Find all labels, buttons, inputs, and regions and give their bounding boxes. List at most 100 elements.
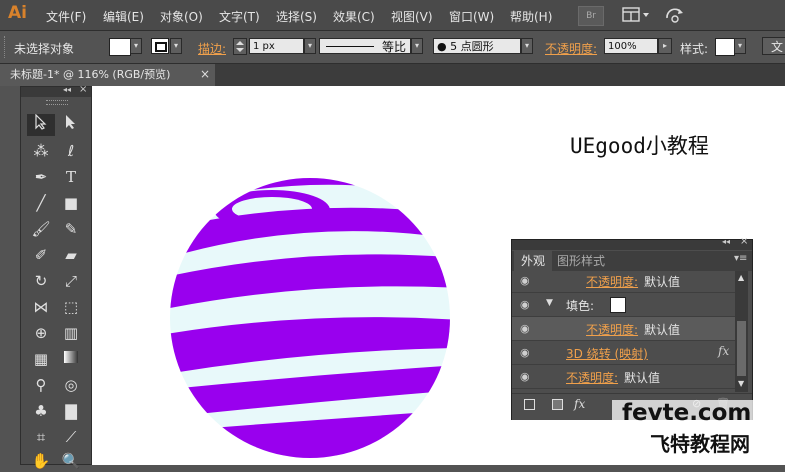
scroll-down-icon[interactable]: ▼ bbox=[738, 379, 744, 388]
lasso-tool[interactable]: ℓ bbox=[57, 140, 85, 162]
rotate-tool[interactable]: ↻ bbox=[27, 270, 55, 292]
eraser-tool[interactable]: ▰ bbox=[57, 244, 85, 266]
visibility-eye-icon[interactable]: ◉ bbox=[520, 346, 534, 359]
column-graph-tool[interactable]: ▇ bbox=[57, 400, 85, 422]
stroke-width-input[interactable]: 1 px bbox=[249, 38, 304, 54]
fill-dropdown[interactable]: ▾ bbox=[130, 38, 142, 54]
paintbrush-tool[interactable]: 🖌 bbox=[27, 218, 55, 240]
line-tool[interactable]: ╱ bbox=[27, 192, 55, 214]
gradient-tool[interactable] bbox=[57, 348, 85, 370]
hand-tool[interactable]: ✋ bbox=[27, 450, 55, 472]
sync-button[interactable] bbox=[664, 6, 686, 24]
brush-definition[interactable]: ● 5 点圆形 bbox=[433, 38, 521, 54]
document-setup-button[interactable]: 文 bbox=[762, 37, 785, 55]
collapse-panel-icon[interactable]: ◂◂ bbox=[63, 85, 71, 94]
bridge-button[interactable]: Br bbox=[578, 6, 604, 26]
visibility-eye-icon[interactable]: ◉ bbox=[520, 322, 534, 335]
fx-icon[interactable]: fx bbox=[718, 344, 729, 358]
menu-effect[interactable]: 效果(C) bbox=[333, 8, 375, 25]
close-tab-icon[interactable]: × bbox=[200, 67, 210, 81]
graphic-style-dropdown[interactable]: ▾ bbox=[734, 38, 746, 54]
menu-edit[interactable]: 编辑(E) bbox=[103, 8, 144, 25]
pen-tool[interactable]: ✒ bbox=[27, 166, 55, 188]
fill-swatch[interactable] bbox=[109, 38, 131, 56]
pencil-tool[interactable]: ✎ bbox=[57, 218, 85, 240]
menu-object[interactable]: 对象(O) bbox=[160, 8, 203, 25]
appearance-row-3d-revolve[interactable]: ◉ 3D 绕转 (映射) fx bbox=[512, 341, 738, 365]
scale-tool[interactable]: ⤢ bbox=[57, 270, 85, 292]
fill-color-swatch[interactable] bbox=[610, 297, 626, 313]
free-transform-tool[interactable]: ⬚ bbox=[57, 296, 85, 318]
opacity-dropdown[interactable]: ▸ bbox=[658, 38, 672, 54]
tools-grip[interactable] bbox=[46, 100, 68, 105]
direct-selection-tool[interactable] bbox=[57, 114, 85, 136]
stroke-stepper[interactable] bbox=[233, 38, 247, 55]
appearance-row-opacity-top[interactable]: ◉ 不透明度: 默认值 bbox=[512, 271, 738, 293]
menu-type[interactable]: 文字(T) bbox=[219, 8, 260, 25]
eyedropper-tool[interactable]: ⚲ bbox=[27, 374, 55, 396]
slice-tool[interactable]: ⟋ bbox=[57, 426, 85, 448]
striped-sphere[interactable] bbox=[160, 170, 460, 465]
blend-tool[interactable]: ◎ bbox=[57, 374, 85, 396]
brush-dropdown[interactable]: ▾ bbox=[521, 38, 533, 54]
visibility-eye-icon[interactable]: ◉ bbox=[520, 298, 534, 311]
variable-width-profile[interactable]: 等比 bbox=[319, 38, 411, 54]
rectangle-tool[interactable]: ■ bbox=[57, 192, 85, 214]
mesh-tool[interactable]: ▦ bbox=[27, 348, 55, 370]
symbol-sprayer-tool[interactable]: ♣ bbox=[27, 400, 55, 422]
stroke-swatch[interactable] bbox=[151, 38, 169, 54]
width-tool[interactable]: ⋈ bbox=[27, 296, 55, 318]
shape-builder-tool[interactable]: ⊕ bbox=[27, 322, 55, 344]
menu-file[interactable]: 文件(F) bbox=[46, 8, 86, 25]
opacity-input[interactable]: 100% bbox=[604, 38, 658, 54]
appearance-panel-header[interactable]: ◂◂ × bbox=[512, 236, 752, 250]
expand-triangle-icon[interactable]: ▼ bbox=[546, 298, 553, 308]
panel-menu-icon[interactable]: ▾≡ bbox=[734, 253, 747, 264]
new-art-icon[interactable] bbox=[524, 399, 535, 410]
stroke-label[interactable]: 描边: bbox=[198, 40, 226, 57]
visibility-eye-icon[interactable]: ◉ bbox=[520, 370, 534, 383]
tools-panel-header[interactable]: ◂◂ × bbox=[21, 84, 91, 97]
appearance-row-opacity[interactable]: ◉ 不透明度: 默认值 bbox=[512, 365, 738, 389]
appearance-row-fill[interactable]: ◉ ▼ 填色: bbox=[512, 293, 738, 317]
opacity-link[interactable]: 不透明度: bbox=[586, 321, 638, 338]
appearance-scrollbar[interactable]: ▲ ▼ bbox=[735, 271, 748, 392]
tab-appearance[interactable]: 外观 bbox=[514, 251, 552, 271]
opacity-link[interactable]: 不透明度: bbox=[566, 369, 618, 386]
stroke-dropdown[interactable]: ▾ bbox=[170, 38, 182, 54]
opacity-label[interactable]: 不透明度: bbox=[545, 40, 597, 57]
blend-icon: ◎ bbox=[64, 376, 78, 394]
selection-tool[interactable] bbox=[27, 113, 55, 136]
opacity-link[interactable]: 不透明度: bbox=[586, 273, 638, 290]
close-panel-icon[interactable]: × bbox=[740, 236, 748, 247]
artboard-tool[interactable]: ⌗ bbox=[27, 426, 55, 448]
blob-brush-tool[interactable]: ✐ bbox=[27, 244, 55, 266]
clear-appearance-icon[interactable] bbox=[552, 399, 563, 410]
fx-icon[interactable]: fx bbox=[574, 397, 585, 411]
menu-window[interactable]: 窗口(W) bbox=[449, 8, 494, 25]
graphic-style-swatch[interactable] bbox=[715, 38, 735, 56]
3d-revolve-link[interactable]: 3D 绕转 (映射) bbox=[566, 345, 648, 362]
gradient-icon bbox=[64, 351, 78, 363]
type-tool[interactable]: T bbox=[57, 166, 85, 188]
stroke-width-dropdown[interactable]: ▾ bbox=[304, 38, 316, 54]
pencil-icon: ✎ bbox=[64, 220, 78, 238]
tab-graphic-styles[interactable]: 图形样式 bbox=[557, 251, 617, 271]
menu-help[interactable]: 帮助(H) bbox=[510, 8, 552, 25]
scrollbar-thumb[interactable] bbox=[737, 321, 746, 376]
close-panel-icon[interactable]: × bbox=[79, 84, 87, 95]
zoom-tool[interactable]: 🔍 bbox=[57, 450, 85, 472]
magic-wand-tool[interactable]: ⁂ bbox=[27, 140, 55, 162]
profile-dropdown[interactable]: ▾ bbox=[411, 38, 423, 54]
control-bar-grip[interactable] bbox=[4, 36, 8, 58]
scroll-up-icon[interactable]: ▲ bbox=[738, 273, 744, 282]
collapse-panel-icon[interactable]: ◂◂ bbox=[722, 237, 730, 246]
perspective-grid-tool[interactable]: ▥ bbox=[57, 322, 85, 344]
arrange-documents-button[interactable] bbox=[622, 7, 652, 23]
document-tab[interactable]: 未标题-1* @ 116% (RGB/预览) bbox=[0, 64, 215, 86]
menu-view[interactable]: 视图(V) bbox=[391, 8, 433, 25]
appearance-row-fill-opacity[interactable]: ◉ 不透明度: 默认值 bbox=[512, 317, 738, 341]
menu-select[interactable]: 选择(S) bbox=[276, 8, 317, 25]
canvas-heading[interactable]: UEgood小教程 bbox=[570, 130, 709, 160]
visibility-eye-icon[interactable]: ◉ bbox=[520, 274, 534, 287]
